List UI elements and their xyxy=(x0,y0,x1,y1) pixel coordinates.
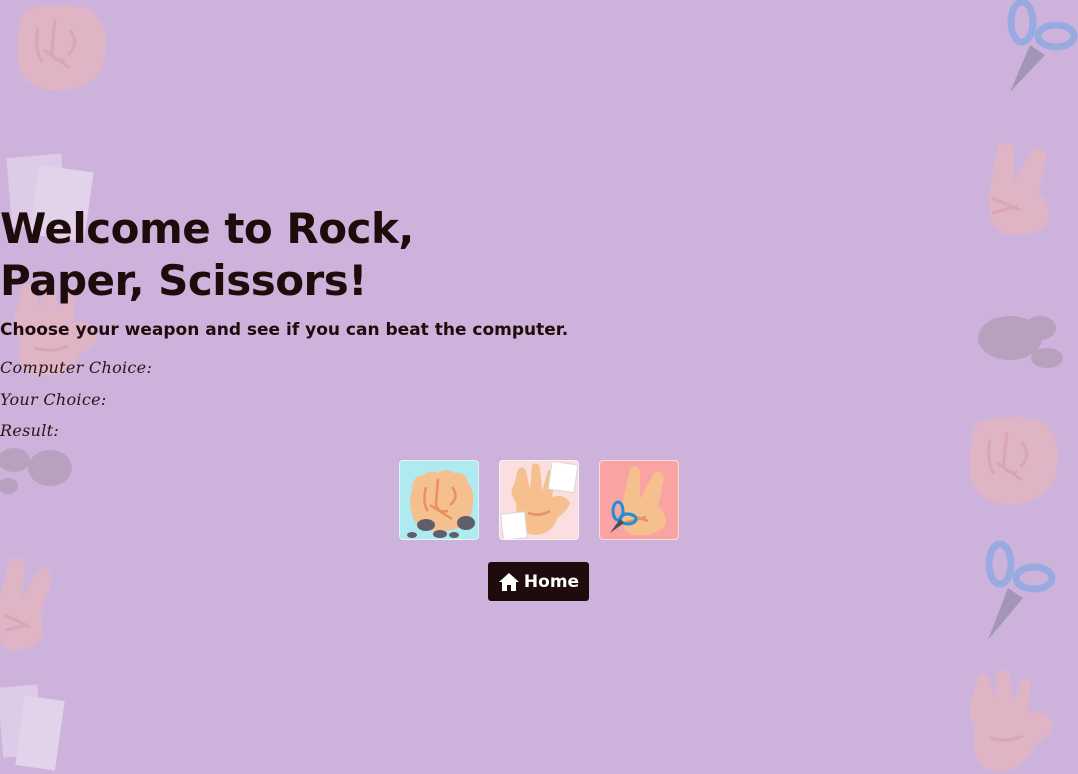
page-title: Welcome to Rock, Paper, Scissors! xyxy=(0,203,1078,307)
paper-button[interactable] xyxy=(499,460,579,540)
result-label: Result: xyxy=(0,421,60,440)
scissors-deco-icon-2 xyxy=(985,540,1056,640)
paper-deco-icon-2 xyxy=(0,684,65,771)
rock-fist-deco-icon xyxy=(17,4,106,91)
page-subtitle: Choose your weapon and see if you can be… xyxy=(0,320,569,340)
scissors-hand-icon xyxy=(610,466,666,536)
paper-hand-deco-icon-2 xyxy=(969,670,1053,772)
rock-fist-icon xyxy=(407,470,475,538)
home-icon xyxy=(498,572,519,591)
scissors-hand-deco-icon xyxy=(0,557,52,651)
paper-hand-icon xyxy=(500,461,578,539)
rocks-deco-icon xyxy=(0,448,72,494)
scissors-button[interactable] xyxy=(599,460,679,540)
game-page: Welcome to Rock, Paper, Scissors! Choose… xyxy=(0,0,1078,774)
computer-choice-label: Computer Choice: xyxy=(0,358,153,377)
scissors-deco-icon xyxy=(1007,0,1078,92)
page-title-line-2: Paper, Scissors! xyxy=(0,256,367,305)
page-title-line-1: Welcome to Rock, xyxy=(0,204,414,253)
home-button[interactable]: Home xyxy=(488,562,589,601)
home-button-label: Home xyxy=(523,571,580,592)
choice-buttons xyxy=(398,460,680,540)
your-choice-label: Your Choice: xyxy=(0,390,107,409)
rock-button[interactable] xyxy=(399,460,479,540)
